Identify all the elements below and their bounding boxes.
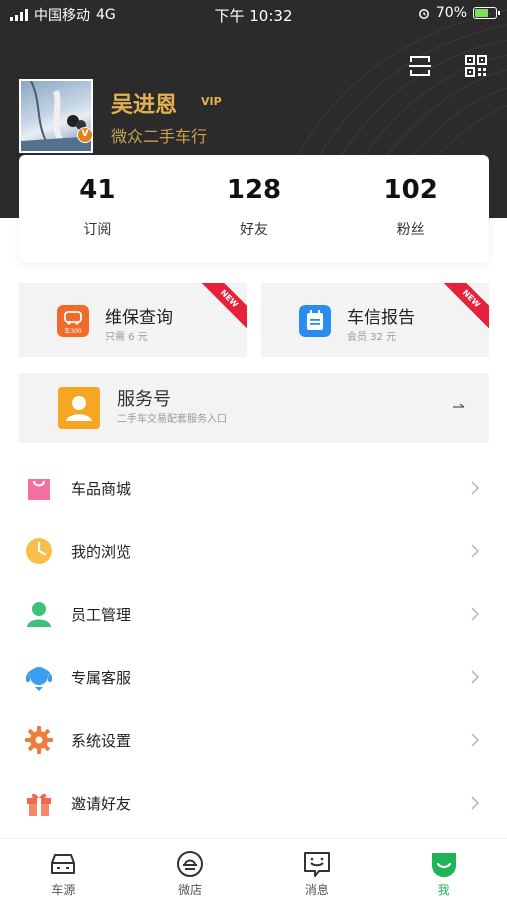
vehicle-report-card[interactable]: 车信报告 会员 32 元 NEW [261,283,489,357]
menu-item-browsing-history[interactable]: 我的浏览 [0,519,507,582]
battery-fill [475,9,489,17]
maintenance-query-card[interactable]: 车300 维保查询 只需 6 元 NEW [19,283,247,357]
tab-label: 微店 [178,883,203,897]
service-subtitle: 二手车交易配套服务入口 [117,414,227,425]
menu-item-car-mall[interactable]: 车品商城 [0,456,507,519]
stat-value: 128 [226,175,282,205]
feature-title: 维保查询 [105,308,173,328]
feature-title: 车信报告 [347,308,415,328]
gift-icon [27,793,51,816]
shop-icon [177,851,204,877]
menu-label: 车品商城 [71,480,132,498]
car-300-icon-text: 车300 [64,327,82,335]
stat-fans[interactable]: 102 粉丝 [332,155,489,263]
service-title: 服务号 [117,389,171,410]
tab-label: 我 [437,883,450,897]
stat-subscriptions[interactable]: 41 订阅 [19,155,176,263]
menu-label: 专属客服 [71,669,132,687]
chevron-right-icon [471,607,480,621]
headset-icon [26,667,52,691]
new-ribbon: NEW [437,283,489,333]
stat-value: 102 [383,175,438,205]
me-icon [431,853,456,877]
service-account-banner[interactable]: 服务号 二手车交易配套服务入口 [19,373,489,443]
stat-friends[interactable]: 128 好友 [176,155,333,263]
stat-label: 好友 [240,222,268,238]
alarm-icon [418,9,429,19]
battery-icon [473,7,500,19]
stat-label: 订阅 [83,222,112,238]
stats-card: 41 订阅 128 好友 102 粉丝 [19,155,489,263]
menu-label: 员工管理 [71,606,132,624]
shopping-bag-icon [28,479,50,500]
qr-code-icon[interactable] [464,54,488,78]
user-icon [58,387,100,429]
staff-icon [27,602,51,627]
vip-tag: VIP [201,95,222,108]
tab-me[interactable]: 我 [380,839,507,900]
feature-subtitle: 会员 32 元 [347,332,397,343]
gear-icon [25,726,53,754]
clock-icon [26,538,52,564]
tab-label: 车源 [51,883,76,897]
stat-value: 41 [79,175,116,205]
report-icon [299,305,331,337]
chevron-right-icon [471,544,480,558]
tab-label: 消息 [304,883,329,897]
feature-subtitle: 只需 6 元 [105,332,148,343]
company-name: 微众二手车行 [111,127,208,146]
tab-micro-shop[interactable]: 微店 [127,839,254,900]
chevron-right-icon [471,670,480,684]
verified-badge: V [77,127,93,143]
menu-item-staff-management[interactable]: 员工管理 [0,582,507,645]
profile-name: 吴进恩 [111,93,178,118]
menu-label: 我的浏览 [71,543,132,561]
menu-item-system-settings[interactable]: 系统设置 [0,708,507,771]
tab-car-source[interactable]: 车源 [0,839,127,900]
menu-item-invite-friends[interactable]: 邀请好友 [0,771,507,834]
menu-item-customer-service[interactable]: 专属客服 [0,645,507,708]
new-ribbon: NEW [195,283,247,333]
chevron-right-icon [471,733,480,747]
scan-icon[interactable] [408,54,432,78]
tab-messages[interactable]: 消息 [254,839,381,900]
car-icon [51,854,76,874]
arrow-right-icon [453,403,465,408]
message-icon [303,852,330,877]
bottom-tab-bar: 车源 微店 消息 我 [0,838,507,900]
menu-label: 邀请好友 [71,795,132,813]
menu-label: 系统设置 [71,732,132,750]
chevron-right-icon [471,481,480,495]
chevron-right-icon [471,796,480,810]
status-bar: 中国移动 4G 下午 10:32 70% [0,0,507,28]
car-300-icon: 车300 [57,305,89,337]
battery-percent: 70% [435,5,467,21]
stat-label: 粉丝 [396,222,425,238]
